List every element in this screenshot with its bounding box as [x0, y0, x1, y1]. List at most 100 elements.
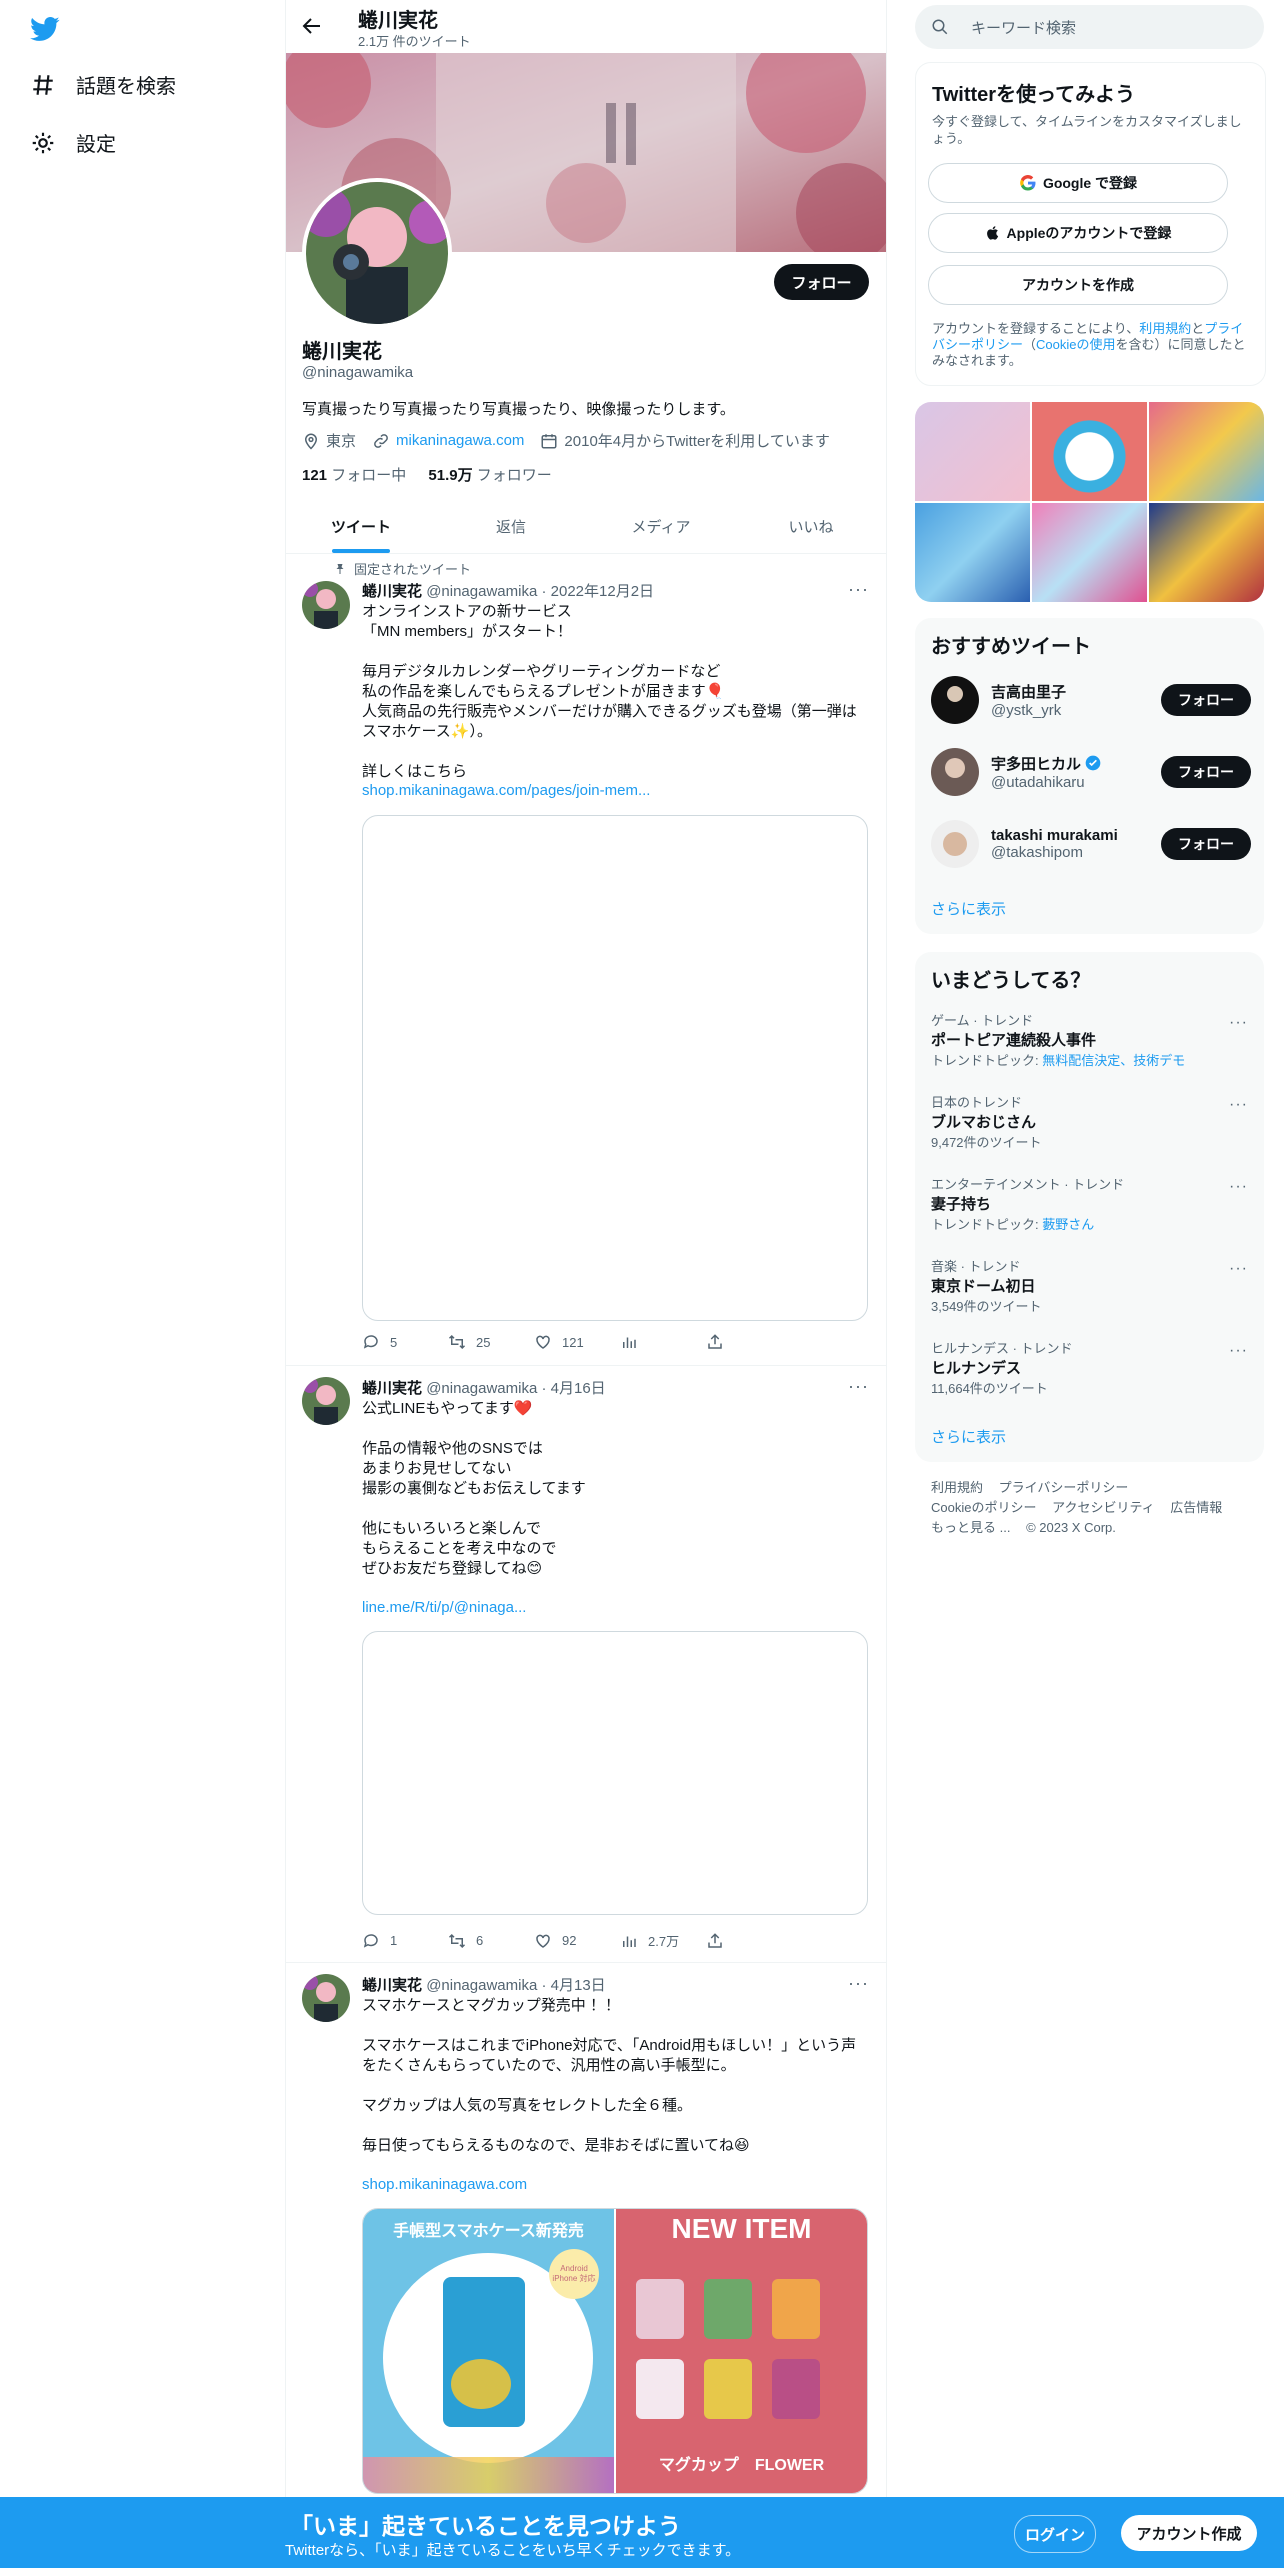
- tweet-author-handle[interactable]: @ninagawamika: [426, 1977, 537, 1994]
- media-thumb[interactable]: [915, 402, 1030, 501]
- back-arrow-icon[interactable]: [300, 14, 324, 38]
- recommended-user[interactable]: 宇多田ヒカル @utadahikaru フォロー: [931, 748, 1251, 796]
- trend-item[interactable]: エンターテインメント · トレンド 妻子持ち トレンドトピック: 藪野さん: [931, 1174, 1251, 1233]
- media-thumb[interactable]: [1032, 402, 1147, 501]
- trend-item[interactable]: ゲーム · トレンド ポートピア連続殺人事件 トレンドトピック: 無料配信決定、…: [931, 1010, 1251, 1069]
- create-account-button[interactable]: アカウントを作成: [928, 265, 1228, 305]
- avatar[interactable]: [931, 676, 979, 724]
- tweet-date[interactable]: 2022年12月2日: [551, 583, 654, 600]
- link-card[interactable]: [362, 815, 868, 1321]
- tab-replies[interactable]: 返信: [436, 500, 586, 553]
- tweet-author-name[interactable]: 蜷川実花: [362, 583, 422, 600]
- pinned-indicator: 固定されたツイート: [334, 559, 471, 578]
- tweet-date[interactable]: 4月16日: [551, 1380, 606, 1397]
- nav-settings[interactable]: 設定: [30, 128, 116, 157]
- tweet-date[interactable]: 4月13日: [551, 1977, 606, 1994]
- more-options-icon[interactable]: ···: [848, 1376, 868, 1396]
- more-options-icon[interactable]: ···: [1229, 1178, 1248, 1196]
- trends-title: いまどうしてる？: [931, 970, 1091, 992]
- tweet-line[interactable]: 蜷川実花 @ninagawamika · 4月16日 ··· 公式LINEもやっ…: [286, 1365, 886, 1963]
- google-signup-button[interactable]: Google で登録: [928, 163, 1228, 203]
- show-more-link[interactable]: さらに表示: [931, 1426, 1006, 1447]
- views-button[interactable]: 2.7万: [620, 1931, 706, 1950]
- tweet-products[interactable]: 蜷川実花 @ninagawamika · 4月13日 ··· スマホケースとマグ…: [286, 1962, 886, 2502]
- phone-case-image[interactable]: 手帳型スマホケース新発売 Android iPhone 対応: [363, 2209, 614, 2493]
- footer-link[interactable]: 広告情報: [1170, 1500, 1222, 1515]
- trend-item[interactable]: 音楽 · トレンド 東京ドーム初日 3,549件のツイート: [931, 1256, 1251, 1315]
- tweet-link[interactable]: shop.mikaninagawa.com/pages/join-mem...: [362, 782, 650, 799]
- trend-item[interactable]: 日本のトレンド ブルマおじさん 9,472件のツイート: [931, 1092, 1251, 1151]
- reply-button[interactable]: 5: [362, 1333, 448, 1351]
- retweet-button[interactable]: 6: [448, 1931, 534, 1950]
- avatar[interactable]: [931, 820, 979, 868]
- follow-button[interactable]: フォロー: [1161, 828, 1251, 860]
- tweet-link[interactable]: line.me/R/ti/p/@ninaga...: [362, 1599, 526, 1616]
- recommended-user[interactable]: takashi murakami @takashipom フォロー: [931, 820, 1251, 868]
- tab-tweets[interactable]: ツイート: [286, 500, 436, 553]
- tweet-avatar[interactable]: [302, 1377, 350, 1425]
- login-button[interactable]: ログイン: [1014, 2515, 1096, 2553]
- more-options-icon[interactable]: ···: [1229, 1096, 1248, 1114]
- tweet-author-name[interactable]: 蜷川実花: [362, 1977, 422, 1994]
- show-more-link[interactable]: さらに表示: [931, 898, 1006, 919]
- tab-media[interactable]: メディア: [586, 500, 736, 553]
- tweet-header: 蜷川実花 @ninagawamika · 4月16日: [362, 1380, 606, 1397]
- reply-button[interactable]: 1: [362, 1931, 448, 1950]
- follow-button[interactable]: フォロー: [774, 264, 869, 300]
- tweet-pinned[interactable]: 固定されたツイート 蜷川実花 @ninagawamika · 2022年12月2…: [286, 553, 886, 1366]
- footer-link[interactable]: 利用規約: [931, 1480, 983, 1495]
- share-icon: [708, 1334, 722, 1349]
- footer-link[interactable]: プライバシーポリシー: [999, 1480, 1129, 1495]
- tweet-link[interactable]: shop.mikaninagawa.com: [362, 2176, 527, 2193]
- retweet-button[interactable]: 25: [448, 1333, 534, 1351]
- media-thumb[interactable]: [1149, 503, 1264, 602]
- tweet-avatar[interactable]: [302, 1974, 350, 2022]
- profile-column: 蜷川実花 2.1万 件のツイート フォロー 蜷川実花 @ninagawamika…: [285, 0, 887, 2568]
- footer-link[interactable]: もっと見る ...: [931, 1520, 1010, 1535]
- search-input[interactable]: キーワード検索: [915, 5, 1264, 49]
- link-card[interactable]: [362, 1631, 868, 1915]
- recommended-user-handle: @ystk_yrk: [991, 702, 1062, 719]
- footer-link[interactable]: Cookieのポリシー: [931, 1500, 1036, 1515]
- media-thumb[interactable]: [915, 503, 1030, 602]
- tweet-avatar[interactable]: [302, 581, 350, 629]
- share-button[interactable]: [706, 1333, 792, 1351]
- more-options-icon[interactable]: ···: [1229, 1014, 1248, 1032]
- footer-link[interactable]: アクセシビリティ: [1052, 1500, 1155, 1515]
- mug-image[interactable]: NEW ITEM マグカップ FLOWER: [616, 2209, 867, 2493]
- media-thumb[interactable]: [1149, 402, 1264, 501]
- avatar[interactable]: [931, 748, 979, 796]
- like-button[interactable]: 92: [534, 1931, 620, 1950]
- follow-button[interactable]: フォロー: [1161, 684, 1251, 716]
- following-stat[interactable]: 121 フォロー中: [302, 467, 406, 484]
- apple-signup-button[interactable]: Appleのアカウントで登録: [928, 213, 1228, 253]
- more-options-icon[interactable]: ···: [848, 1973, 868, 1993]
- media-thumb[interactable]: [1032, 503, 1147, 602]
- more-options-icon[interactable]: ···: [848, 579, 868, 599]
- tweet-media[interactable]: 手帳型スマホケース新発売 Android iPhone 対応 NEW ITEM …: [362, 2208, 868, 2494]
- tweet-author-handle[interactable]: @ninagawamika: [426, 583, 537, 600]
- more-options-icon[interactable]: ···: [1229, 1342, 1248, 1360]
- trend-item[interactable]: ヒルナンデス · トレンド ヒルナンデス 11,664件のツイート: [931, 1338, 1251, 1397]
- like-button[interactable]: 121: [534, 1333, 620, 1351]
- twitter-bird-icon[interactable]: [28, 14, 62, 44]
- terms-link[interactable]: 利用規約: [1139, 321, 1191, 336]
- tweet-author-name[interactable]: 蜷川実花: [362, 1380, 422, 1397]
- follow-button[interactable]: フォロー: [1161, 756, 1251, 788]
- tab-likes[interactable]: いいね: [736, 500, 886, 553]
- share-button[interactable]: [706, 1931, 792, 1950]
- followers-stat[interactable]: 51.9万 フォロワー: [428, 467, 551, 484]
- tweet-author-handle[interactable]: @ninagawamika: [426, 1380, 537, 1397]
- more-options-icon[interactable]: ···: [1229, 1260, 1248, 1278]
- calendar-icon: [541, 433, 557, 448]
- profile-website-link[interactable]: mikaninagawa.com: [396, 432, 524, 449]
- footer-links: 利用規約 プライバシーポリシー Cookieのポリシー アクセシビリティ 広告情…: [931, 1478, 1251, 1538]
- profile-avatar[interactable]: [302, 178, 452, 328]
- nav-explore[interactable]: 話題を検索: [30, 70, 176, 99]
- signup-button[interactable]: アカウント作成: [1121, 2515, 1257, 2551]
- recommended-title: おすすめツイート: [931, 636, 1091, 658]
- recommended-user[interactable]: 吉高由里子 @ystk_yrk フォロー: [931, 676, 1251, 724]
- views-button[interactable]: [620, 1333, 706, 1351]
- profile-header-bar: 蜷川実花 2.1万 件のツイート: [286, 0, 886, 53]
- cookie-link[interactable]: Cookieの使用: [1036, 337, 1115, 352]
